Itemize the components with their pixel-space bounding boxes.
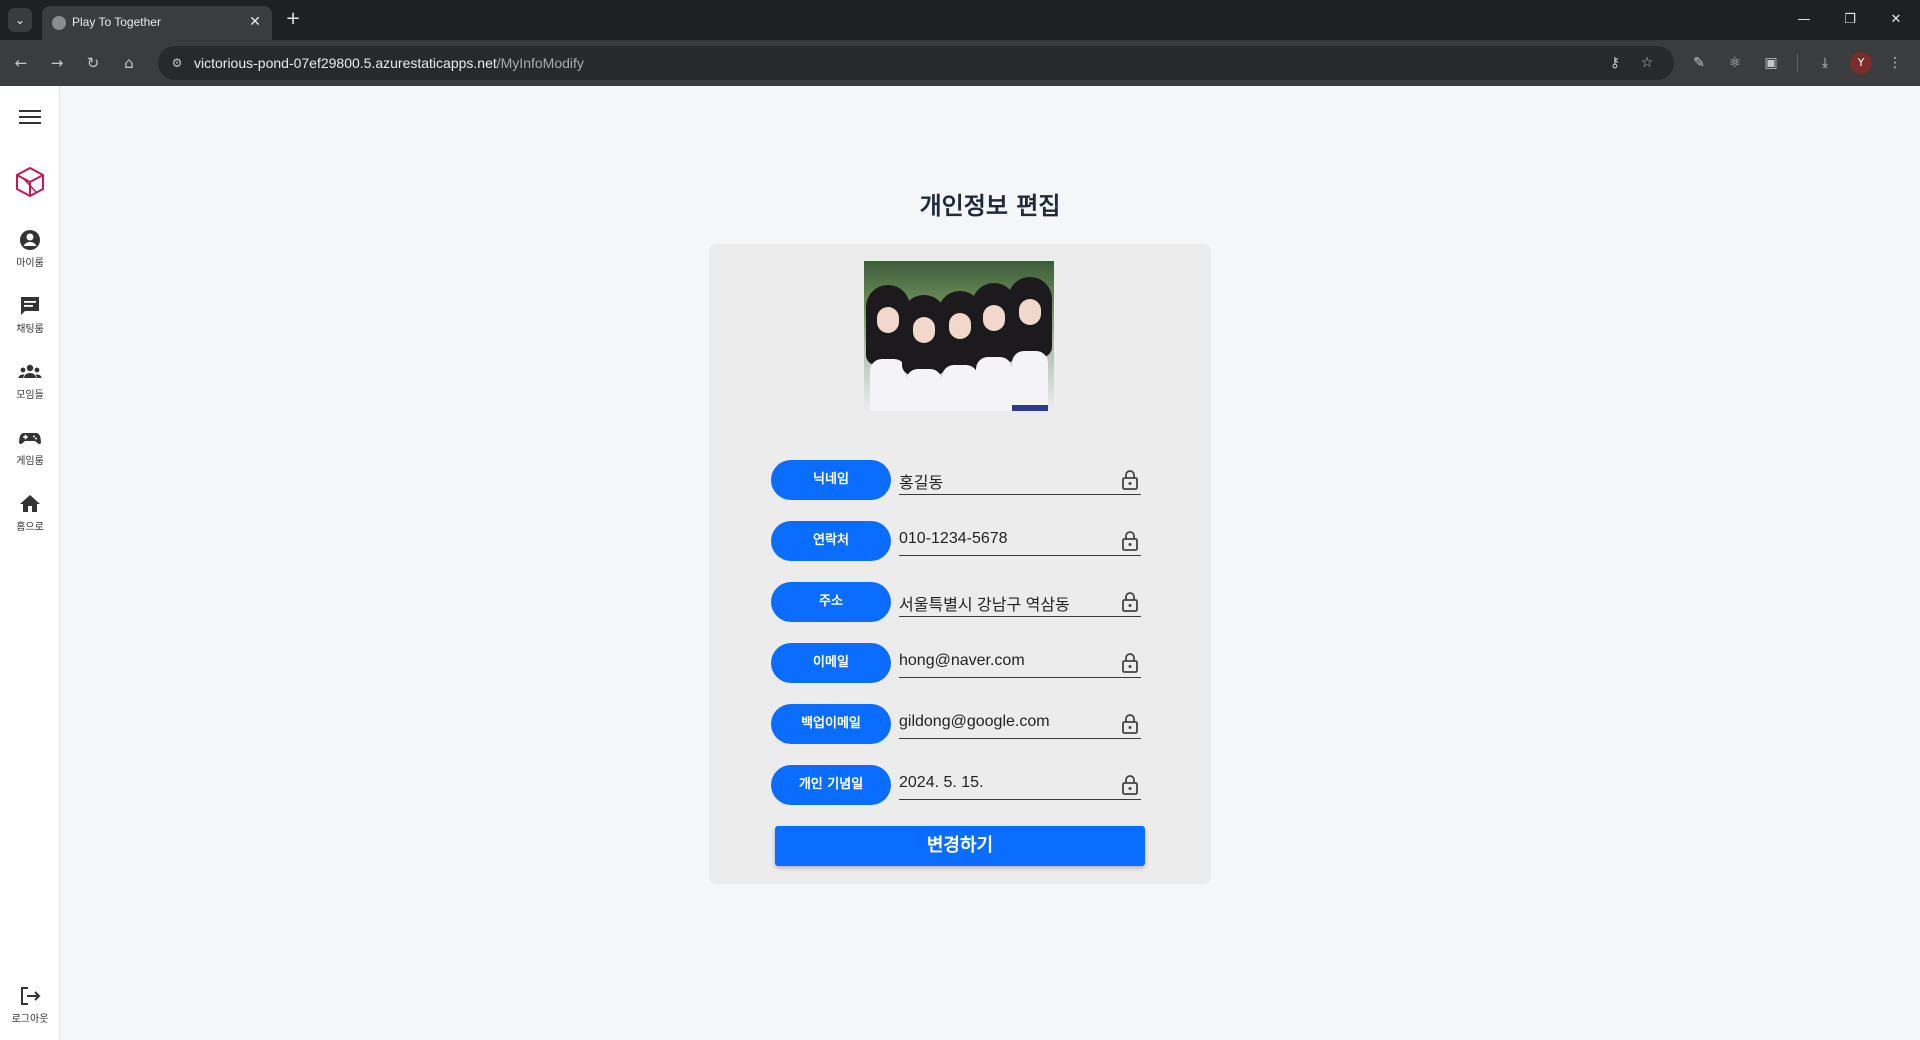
home-browser-icon[interactable]: ⌂ bbox=[118, 52, 140, 74]
address-bar[interactable]: ⚙ victorious-pond-07ef29800.5.azurestati… bbox=[158, 46, 1674, 80]
sidebar-item-myroom[interactable]: 마이룸 bbox=[0, 228, 60, 280]
nickname-label: 닉네임 bbox=[771, 460, 891, 500]
new-tab-plus-icon[interactable]: + bbox=[282, 8, 304, 30]
photo-figure bbox=[1008, 277, 1052, 411]
logout-label: 로그아웃 bbox=[11, 1014, 49, 1025]
address-value: 서울특별시 강남구 역삼동 bbox=[899, 597, 1070, 614]
hamburger-menu-icon[interactable] bbox=[19, 110, 41, 128]
nickname-field-row: 닉네임 홍길동 bbox=[771, 460, 1151, 500]
url-text[interactable]: victorious-pond-07ef29800.5.azurestatica… bbox=[194, 55, 584, 71]
anniversary-input[interactable]: 2024. 5. 15. bbox=[899, 770, 1141, 800]
submit-change-button[interactable]: 변경하기 bbox=[775, 826, 1145, 866]
lock-icon[interactable] bbox=[1121, 774, 1139, 796]
bookmark-star-icon[interactable]: ☆ bbox=[1638, 54, 1656, 72]
backup-email-label: 백업이메일 bbox=[771, 704, 891, 744]
reload-icon[interactable]: ↻ bbox=[82, 52, 104, 74]
profile-edit-card: 닉네임 홍길동 연락처 010-1234-5678 주소 서울특별시 강남구 역… bbox=[709, 244, 1211, 884]
email-label: 이메일 bbox=[771, 643, 891, 683]
group-icon bbox=[18, 364, 42, 378]
logout-icon bbox=[21, 987, 41, 1005]
sidebar-item-chatroom[interactable]: 채팅룸 bbox=[0, 294, 60, 346]
lock-icon[interactable] bbox=[1121, 530, 1139, 552]
download-icon[interactable]: ⤓ bbox=[1814, 52, 1836, 74]
minimize-window-icon[interactable]: — bbox=[1792, 8, 1816, 32]
sidebar-item-label: 게임룸 bbox=[16, 456, 44, 467]
tab-favicon-icon bbox=[52, 16, 66, 30]
sidebar-item-gameroom[interactable]: 게임룸 bbox=[0, 426, 60, 478]
sidebar-item-home[interactable]: 홈으로 bbox=[0, 492, 60, 544]
more-menu-icon[interactable]: ⋮ bbox=[1884, 52, 1906, 74]
forward-arrow-icon[interactable]: → bbox=[46, 52, 68, 74]
lock-icon[interactable] bbox=[1121, 713, 1139, 735]
tab-close-icon[interactable]: ✕ bbox=[246, 13, 264, 31]
profile-photo[interactable] bbox=[864, 261, 1054, 411]
phone-input[interactable]: 010-1234-5678 bbox=[899, 526, 1141, 556]
backup-email-value: gildong@google.com bbox=[899, 713, 1050, 730]
nickname-value: 홍길동 bbox=[899, 475, 944, 492]
lock-icon[interactable] bbox=[1121, 652, 1139, 674]
extensions-puzzle-icon[interactable]: ▣ bbox=[1760, 52, 1782, 74]
tab-title: Play To Together bbox=[72, 15, 161, 29]
address-label: 주소 bbox=[771, 582, 891, 622]
toolbar-divider bbox=[1797, 54, 1798, 72]
react-extension-icon[interactable]: ⚛ bbox=[1724, 52, 1746, 74]
anniversary-field-row: 개인 기념일 2024. 5. 15. bbox=[771, 765, 1151, 805]
browser-toolbar: ← → ↻ ⌂ ⚙ victorious-pond-07ef29800.5.az… bbox=[0, 40, 1920, 86]
sidebar-item-label: 홈으로 bbox=[16, 522, 44, 533]
address-field-row: 주소 서울특별시 강남구 역삼동 bbox=[771, 582, 1151, 622]
page-title: 개인정보 편집 bbox=[919, 192, 1061, 220]
site-info-icon[interactable]: ⚙ bbox=[168, 54, 186, 72]
nickname-input[interactable]: 홍길동 bbox=[899, 465, 1141, 495]
password-key-icon[interactable]: ⚷ bbox=[1606, 54, 1624, 72]
back-arrow-icon[interactable]: ← bbox=[10, 52, 32, 74]
url-path: /MyInfoModify bbox=[496, 55, 584, 71]
pen-extension-icon[interactable]: ✎ bbox=[1688, 52, 1710, 74]
chat-icon bbox=[21, 297, 39, 315]
sidebar-item-label: 모임들 bbox=[16, 390, 44, 401]
lock-icon[interactable] bbox=[1121, 469, 1139, 491]
phone-value: 010-1234-5678 bbox=[899, 530, 1008, 547]
sidebar-item-label: 채팅룸 bbox=[16, 324, 44, 335]
restore-window-icon[interactable]: ❐ bbox=[1838, 8, 1862, 32]
address-input[interactable]: 서울특별시 강남구 역삼동 bbox=[899, 587, 1141, 617]
email-field-row: 이메일 hong@naver.com bbox=[771, 643, 1151, 683]
lock-icon[interactable] bbox=[1121, 591, 1139, 613]
backup-email-input[interactable]: gildong@google.com bbox=[899, 709, 1141, 739]
email-input[interactable]: hong@naver.com bbox=[899, 648, 1141, 678]
phone-field-row: 연락처 010-1234-5678 bbox=[771, 521, 1151, 561]
person-icon bbox=[20, 230, 40, 250]
backup-email-field-row: 백업이메일 gildong@google.com bbox=[771, 704, 1151, 744]
sidebar-item-label: 마이룸 bbox=[16, 258, 44, 269]
anniversary-label: 개인 기념일 bbox=[771, 765, 891, 805]
url-host: victorious-pond-07ef29800.5.azurestatica… bbox=[194, 55, 497, 71]
anniversary-value: 2024. 5. 15. bbox=[899, 774, 984, 791]
gamepad-icon bbox=[18, 433, 42, 445]
home-icon bbox=[20, 495, 40, 512]
tab-list-chevron-icon[interactable]: ⌄ bbox=[8, 8, 32, 32]
sidebar-item-groups[interactable]: 모임들 bbox=[0, 360, 60, 412]
close-window-icon[interactable]: ✕ bbox=[1884, 8, 1908, 32]
browser-tab[interactable]: Play To Together ✕ bbox=[42, 6, 272, 40]
phone-label: 연락처 bbox=[771, 521, 891, 561]
sidebar: 마이룸 채팅룸 모임들 게임룸 홈으로 로그아웃 bbox=[0, 86, 60, 1040]
sidebar-item-logout[interactable]: 로그아웃 bbox=[0, 984, 60, 1036]
email-value: hong@naver.com bbox=[899, 652, 1025, 669]
browser-tab-bar: ⌄ Play To Together ✕ + — ❐ ✕ bbox=[0, 0, 1920, 40]
profile-avatar[interactable]: Y bbox=[1850, 52, 1872, 74]
